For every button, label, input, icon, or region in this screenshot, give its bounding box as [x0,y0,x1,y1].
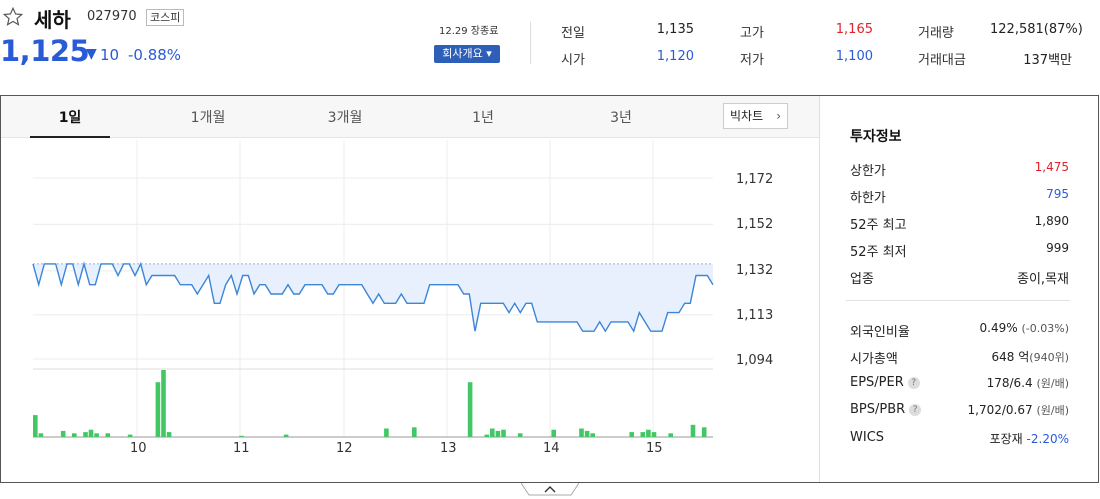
volume-bar [640,432,646,437]
high-52w-value: 1,890 [1034,214,1069,228]
x-tick-label: 10 [130,441,147,456]
bps-pbr-label: BPS/PBR? [850,402,922,417]
eps-per-label: EPS/PER? [850,375,920,390]
volume-bar [495,430,501,437]
low-52w-label: 52주 최저 [850,245,907,260]
volume-bar [161,370,166,437]
y-tick-label: 1,152 [736,217,774,232]
market-cap-value: 648 억(940위) [991,350,1069,364]
x-tick-label: 15 [646,441,663,456]
foreign-ratio-value: 0.49% (-0.03%) [979,321,1069,335]
low-52w-value: 999 [1046,241,1069,255]
chevron-up-icon[interactable] [521,483,579,497]
volume-bar [72,433,77,437]
upper-limit-value: 1,475 [1034,160,1069,174]
price-chart[interactable] [0,0,820,499]
volume-value: 122,581(87%) [990,22,1083,37]
lower-limit-value: 795 [1046,187,1069,201]
y-tick-label: 1,172 [736,172,774,187]
volume-bar [384,428,389,437]
volume-bar [60,430,66,437]
volume-bar [127,434,133,437]
amount-label: 거래대금 [918,53,966,68]
volume-bar [155,382,161,437]
volume-bar [83,432,88,437]
divider [846,300,1070,301]
help-icon[interactable]: ? [907,377,920,389]
volume-bar [517,433,523,437]
volume-bar [412,427,417,437]
market-cap-label: 시가총액 [850,352,898,367]
volume-bar [38,433,44,437]
stock-widget: 세하 027970 코스피 1,125 ▼ 10 -0.88% 12.29 장종… [0,0,1100,499]
volume-bar [88,429,94,437]
invest-info-title: 투자정보 [850,129,902,145]
volume-bar [283,434,289,437]
volume-bar [490,428,495,437]
volume-bar [501,429,506,437]
industry-label: 업종 [850,272,874,287]
x-tick-label: 14 [543,441,560,456]
volume-bar [701,427,707,437]
help-icon[interactable]: ? [909,404,922,416]
high-52w-label: 52주 최고 [850,218,907,233]
y-tick-label: 1,094 [736,353,774,368]
amount-value: 137백만 [1023,53,1072,68]
foreign-ratio-label: 외국인비율 [850,325,910,340]
industry-value[interactable]: 종이,목재 [1017,268,1069,287]
volume-bar [33,415,38,437]
volume-bar [94,433,99,437]
volume-bar [467,382,473,437]
volume-bar [668,433,673,437]
volume-bar [646,429,651,437]
x-tick-label: 11 [233,441,250,456]
volume-bar [629,432,634,437]
volume-bar [690,424,696,437]
x-tick-label: 13 [440,441,457,456]
volume-bar [579,428,584,437]
eps-per-value: 178/6.4 (원/배) [986,376,1069,390]
lower-limit-label: 하한가 [850,191,886,206]
volume-bar [584,430,590,437]
x-tick-label: 12 [336,441,353,456]
volume-bar [590,433,595,437]
bps-pbr-value: 1,702/0.67 (원/배) [967,403,1069,417]
wics-label: WICS [850,430,885,445]
volume-bar [651,432,657,437]
volume-bar [166,432,172,437]
volume-bar [484,434,490,437]
wics-value[interactable]: 포장재 -2.20% [990,430,1069,447]
volume-bar [105,433,111,437]
volume-label: 거래량 [918,26,954,41]
y-tick-label: 1,132 [736,263,774,278]
volume-bar [239,435,244,437]
upper-limit-label: 상한가 [850,164,886,179]
volume-bar [551,429,556,437]
y-tick-label: 1,113 [736,308,774,323]
